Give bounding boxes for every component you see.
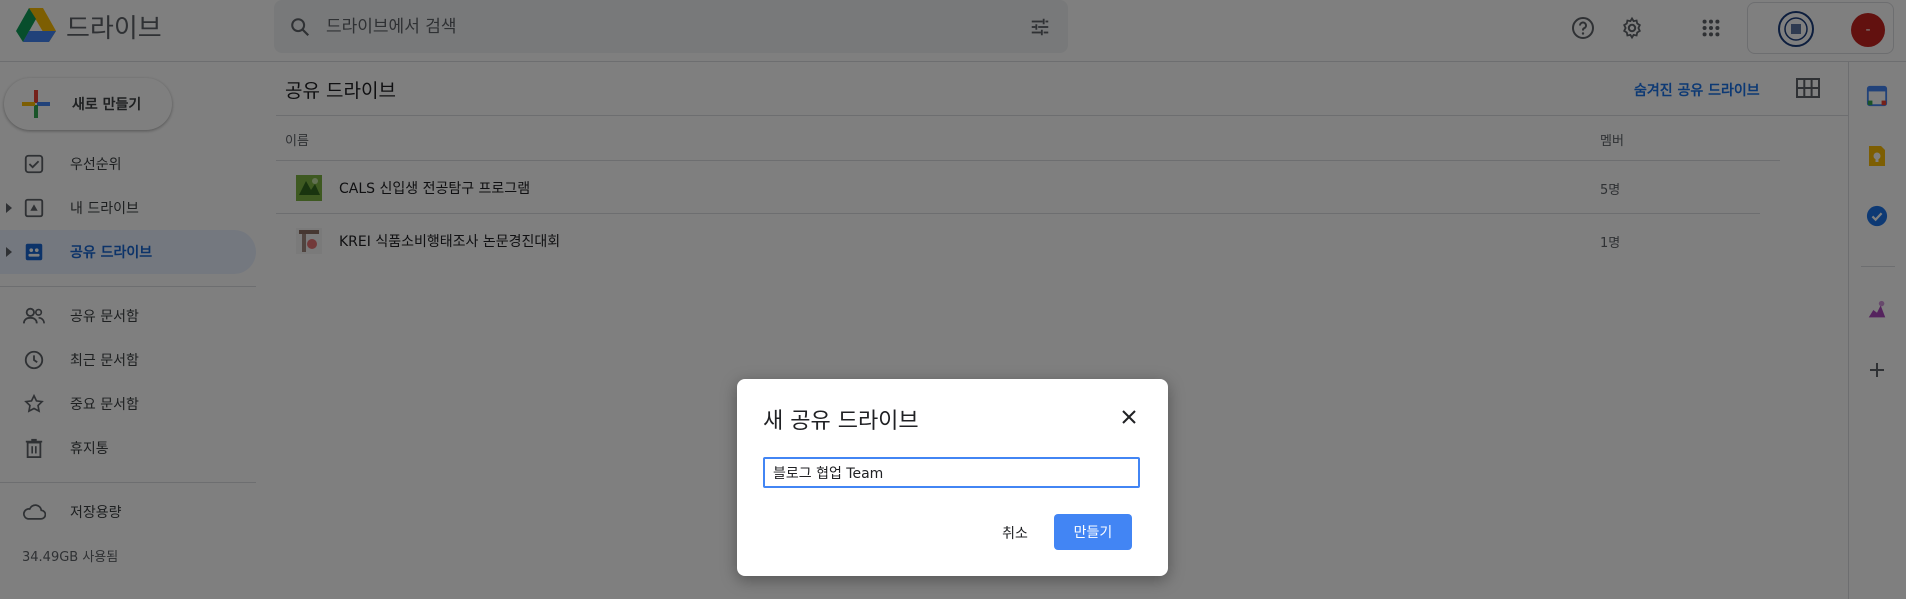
new-shared-drive-dialog: 새 공유 드라이브 취소 만들기	[737, 379, 1168, 576]
create-button[interactable]: 만들기	[1054, 514, 1132, 550]
dialog-title: 새 공유 드라이브	[763, 409, 919, 434]
shared-drive-name-input[interactable]	[763, 457, 1140, 488]
cancel-button[interactable]: 취소	[973, 515, 1057, 551]
close-icon[interactable]	[1117, 405, 1141, 429]
